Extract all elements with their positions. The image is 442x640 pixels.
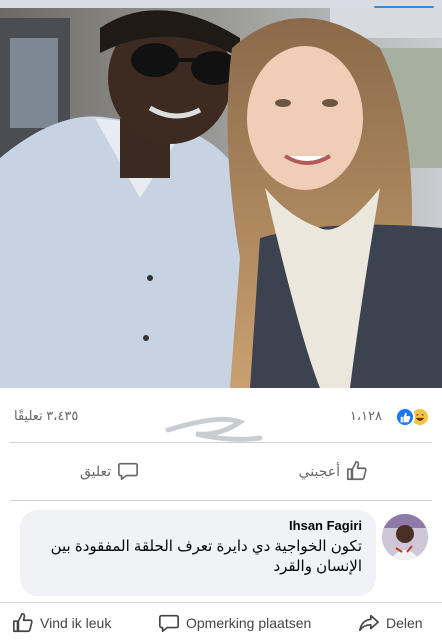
comment-author[interactable]: Ihsan Fagiri [34,518,362,533]
thumbs-up-icon [13,613,33,633]
comment-count[interactable]: ٣،٤٣٥ تعليقًا [14,408,78,424]
share-button[interactable]: Delen [358,612,423,634]
comment-bubble-icon [159,614,179,633]
share-arrow-icon [359,614,379,632]
divider [0,602,442,603]
divider [10,442,432,443]
post-actions: أعجبني تعليق [0,452,442,492]
like-button-label: Vind ik leuk [40,615,112,631]
divider [10,500,432,501]
reaction-icons[interactable] [395,407,430,427]
top-status-strip [0,0,442,8]
share-button-label: Delen [386,615,423,631]
comment-button-label: Opmerking plaatsen [186,615,312,631]
comment-action-label: تعليق [80,462,112,479]
thumbs-up-icon [347,461,367,481]
reaction-count[interactable]: ١،١٢٨ [350,408,382,424]
comment-action[interactable]: تعليق [80,460,139,482]
post-photo[interactable] [0,8,442,388]
like-icon [395,407,415,427]
comment-bubble[interactable]: Ihsan Fagiri تكون الخواجية دي دايرة تعرف… [20,510,376,596]
like-button[interactable]: Vind ik leuk [12,612,111,634]
comment-text: تكون الخواجية دي دايرة تعرف الحلقة المفق… [50,538,362,575]
avatar[interactable] [382,514,428,560]
bottom-action-bar: Vind ik leuk Opmerking plaatsen Delen [0,606,442,640]
comment-button[interactable]: Opmerking plaatsen [158,612,311,634]
comment-bubble-icon [118,462,139,481]
comment-item: Ihsan Fagiri تكون الخواجية دي دايرة تعرف… [0,508,442,598]
like-action[interactable]: أعجبني [299,460,368,482]
like-action-label: أعجبني [298,462,340,479]
